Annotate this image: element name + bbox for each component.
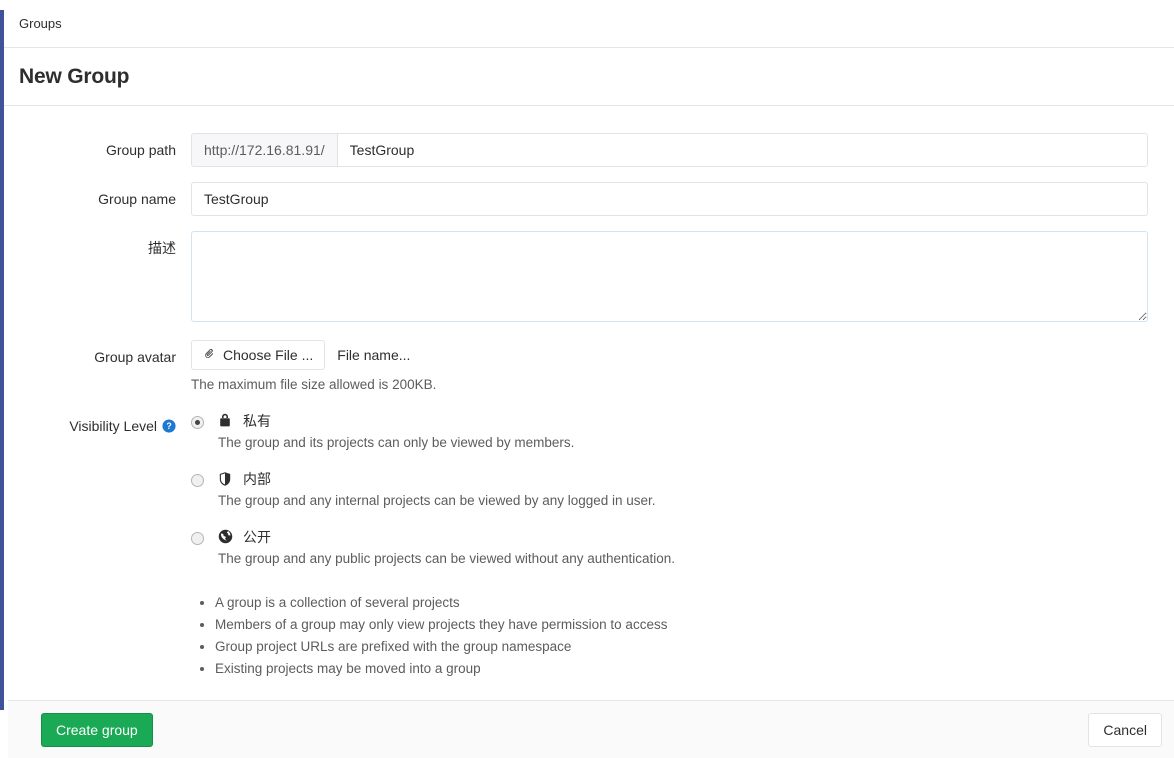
list-item: Group project URLs are prefixed with the… <box>215 636 1169 658</box>
group-path-input[interactable] <box>337 133 1148 167</box>
choose-file-button[interactable]: Choose File ... <box>191 340 325 370</box>
visibility-internal-name: 内部 <box>243 470 271 488</box>
create-group-button[interactable]: Create group <box>41 713 153 747</box>
form-row-description: 描述 <box>4 231 1174 325</box>
form-row-visibility: Visibility Level ? <box>4 409 1174 680</box>
visibility-internal-desc: The group and any internal projects can … <box>218 491 1169 510</box>
visibility-private-desc: The group and its projects can only be v… <box>218 433 1169 452</box>
radio-internal[interactable] <box>191 474 204 487</box>
globe-icon <box>218 529 234 545</box>
visibility-internal-text: 内部 The group and any internal projects c… <box>218 470 1169 510</box>
description-textarea[interactable] <box>191 231 1148 322</box>
group-name-control <box>191 182 1174 216</box>
group-path-input-group: http://172.16.81.91/ <box>191 133 1148 167</box>
choose-file-label: Choose File ... <box>223 347 313 363</box>
visibility-option-internal[interactable]: 内部 The group and any internal projects c… <box>191 470 1169 510</box>
file-name-text: File name... <box>337 347 410 363</box>
visibility-option-public[interactable]: 公开 The group and any public projects can… <box>191 528 1169 568</box>
visibility-public-text: 公开 The group and any public projects can… <box>218 528 1169 568</box>
form-actions-footer: Create group Cancel <box>8 700 1174 758</box>
new-group-form: Group path http://172.16.81.91/ Group na… <box>4 106 1174 701</box>
group-name-label: Group name <box>4 182 191 208</box>
list-item: Existing projects may be moved into a gr… <box>215 658 1169 680</box>
group-info-list: A group is a collection of several proje… <box>191 586 1169 680</box>
form-row-group-name: Group name <box>4 182 1174 216</box>
group-path-control: http://172.16.81.91/ <box>191 133 1174 167</box>
visibility-option-private[interactable]: 私有 The group and its projects can only b… <box>191 412 1169 452</box>
radio-public[interactable] <box>191 532 204 545</box>
visibility-public-desc: The group and any public projects can be… <box>218 549 1169 568</box>
group-avatar-label: Group avatar <box>4 340 191 366</box>
page-title: New Group <box>19 65 129 89</box>
cancel-button[interactable]: Cancel <box>1088 713 1162 747</box>
visibility-private-name: 私有 <box>243 412 271 430</box>
svg-text:?: ? <box>166 421 171 431</box>
visibility-control: 私有 The group and its projects can only b… <box>191 409 1174 680</box>
lock-icon <box>218 413 234 429</box>
shield-icon <box>218 471 234 487</box>
group-path-label: Group path <box>4 133 191 159</box>
breadcrumb-item-groups[interactable]: Groups <box>19 16 62 31</box>
page-container: Groups New Group Group path http://172.1… <box>4 0 1174 758</box>
group-name-input[interactable] <box>191 182 1148 216</box>
group-avatar-control: Choose File ... File name... The maximum… <box>191 340 1174 392</box>
visibility-label: Visibility Level <box>69 417 157 435</box>
visibility-option-list: 私有 The group and its projects can only b… <box>191 409 1169 680</box>
page-title-bar: New Group <box>4 48 1174 106</box>
form-row-group-avatar: Group avatar Choose File ... File name..… <box>4 340 1174 392</box>
paperclip-icon <box>203 347 216 363</box>
radio-private[interactable] <box>191 416 204 429</box>
visibility-public-name: 公开 <box>243 528 271 546</box>
description-label: 描述 <box>4 231 191 257</box>
visibility-label-cell: Visibility Level ? <box>4 409 191 435</box>
group-path-prefix: http://172.16.81.91/ <box>191 133 337 167</box>
visibility-private-text: 私有 The group and its projects can only b… <box>218 412 1169 452</box>
breadcrumb: Groups <box>4 0 1174 48</box>
form-row-group-path: Group path http://172.16.81.91/ <box>4 133 1174 167</box>
list-item: Members of a group may only view project… <box>215 614 1169 636</box>
description-control <box>191 231 1174 325</box>
avatar-help-text: The maximum file size allowed is 200KB. <box>191 377 1169 392</box>
list-item: A group is a collection of several proje… <box>215 592 1169 614</box>
file-chooser-line: Choose File ... File name... <box>191 340 1169 370</box>
help-circle-icon[interactable]: ? <box>162 419 176 433</box>
